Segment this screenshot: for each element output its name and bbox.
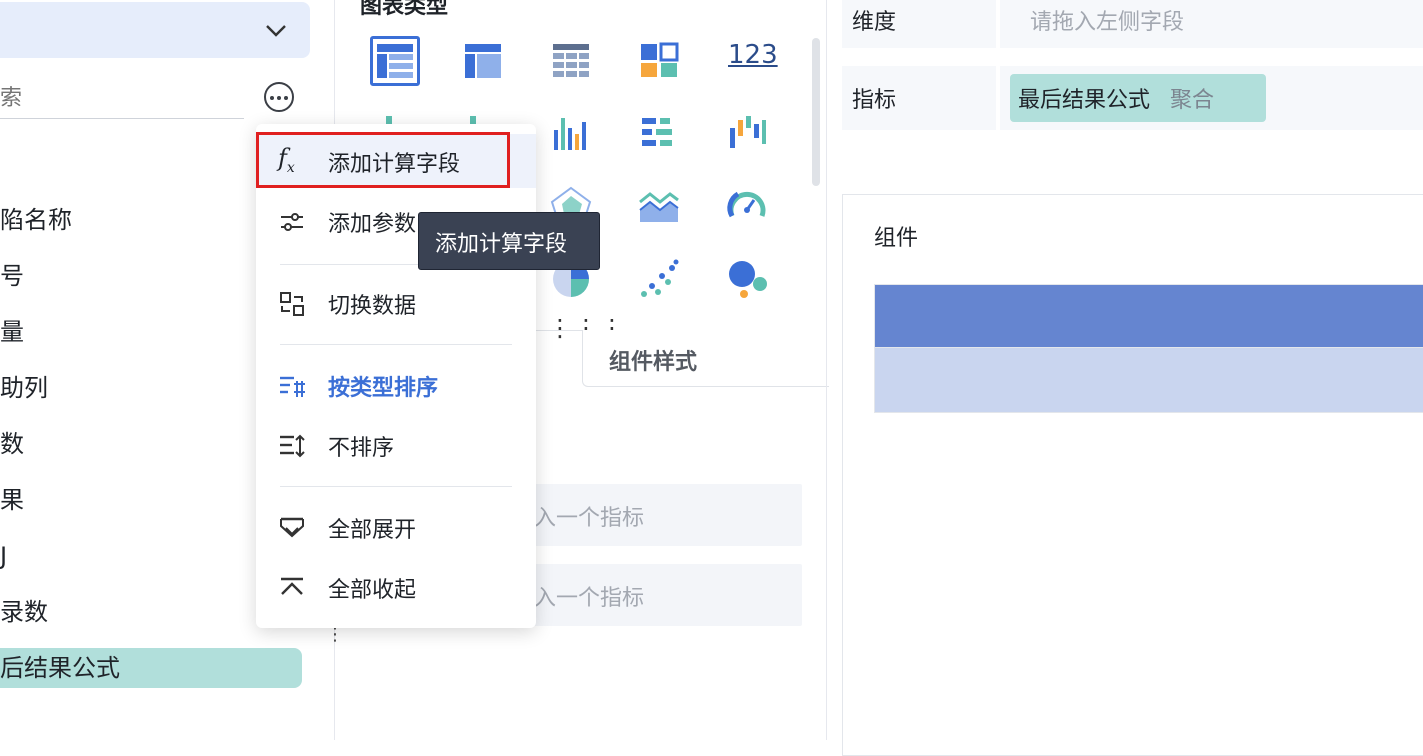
- row-separator: [996, 66, 1000, 130]
- field-search-input[interactable]: [0, 78, 244, 119]
- field-item[interactable]: 助列: [0, 368, 48, 408]
- field-item[interactable]: 数: [0, 424, 24, 464]
- tab-component-style-label: 组件样式: [609, 350, 698, 375]
- horizontal-bar-icon[interactable]: [636, 110, 682, 156]
- detail-table-icon[interactable]: [548, 38, 594, 84]
- field-item[interactable]: J: [0, 536, 7, 576]
- metric-drop-zone[interactable]: 入一个指标: [510, 484, 802, 546]
- menu-item-label: 全部收起: [328, 578, 417, 603]
- drop-zone-placeholder: 入一个指标: [534, 506, 645, 531]
- metric-field-name: 最后结果公式: [1018, 88, 1151, 113]
- collapse-all-icon: [281, 577, 303, 595]
- component-preview: [842, 194, 1423, 756]
- chart-type-title: 图表类型: [360, 0, 449, 19]
- sort-by-type-icon: [280, 376, 305, 397]
- field-item-selected[interactable]: 后结果公式: [0, 648, 120, 688]
- expand-all-icon: [280, 517, 304, 538]
- field-item[interactable]: 量: [0, 312, 24, 352]
- scatter-icon[interactable]: [636, 256, 682, 302]
- chevron-down-icon: [266, 25, 286, 37]
- annotation-highlight-box: [256, 132, 510, 188]
- tooltip: 添加计算字段: [418, 212, 600, 270]
- field-item[interactable]: 号: [0, 256, 24, 296]
- menu-item-expand-all[interactable]: 全部展开: [256, 500, 536, 554]
- dimension-label: 维度: [852, 10, 897, 35]
- cross-table-icon[interactable]: [460, 38, 506, 84]
- area-icon[interactable]: [636, 184, 682, 230]
- metric-drop-zone[interactable]: 入一个指标: [510, 564, 802, 626]
- metric-label: 指标: [852, 88, 897, 113]
- bubble-icon[interactable]: [724, 256, 770, 302]
- preview-title: 组件: [874, 226, 919, 251]
- field-item[interactable]: 果: [0, 480, 24, 520]
- slider-params-icon: [281, 213, 303, 231]
- menu-item-label: 不排序: [328, 436, 395, 461]
- table-icon[interactable]: [372, 38, 418, 84]
- menu-divider: [280, 344, 512, 345]
- menu-item-label: 按类型排序: [328, 376, 439, 401]
- tab-component-style[interactable]: 组件样式: [582, 330, 829, 387]
- metric-aggregation[interactable]: 聚合: [1170, 82, 1214, 114]
- menu-item-label: 全部展开: [328, 518, 417, 543]
- bar-chart-icon[interactable]: [548, 110, 594, 156]
- chart-type-scrollbar[interactable]: [812, 38, 820, 186]
- no-sort-icon: [280, 434, 305, 458]
- menu-item-label: 添加参数: [328, 212, 417, 237]
- preview-table-header: [874, 284, 1423, 348]
- menu-divider: [280, 486, 512, 487]
- dataset-select[interactable]: [0, 2, 310, 58]
- waterfall-icon[interactable]: [724, 110, 770, 156]
- menu-item-label: 切换数据: [328, 294, 417, 319]
- kpi-card-icon[interactable]: [636, 38, 682, 84]
- row-separator: [996, 0, 1000, 48]
- dimension-drop-zone[interactable]: 请拖入左侧字段: [1030, 4, 1184, 36]
- metric-field-pill[interactable]: 最后结果公式 聚合: [1010, 74, 1266, 122]
- menu-item-collapse-all[interactable]: 全部收起: [256, 560, 536, 614]
- switch-data-icon: [280, 292, 304, 316]
- menu-item-sort-by-type[interactable]: 按类型排序: [256, 358, 536, 412]
- drop-zone-placeholder: 入一个指标: [534, 586, 645, 611]
- panel-divider: [826, 0, 827, 740]
- tooltip-text: 添加计算字段: [435, 232, 568, 257]
- field-item[interactable]: 陷名称: [0, 200, 72, 240]
- field-item[interactable]: 录数: [0, 592, 48, 632]
- gauge-icon[interactable]: [724, 184, 770, 230]
- preview-table-row: [874, 347, 1423, 413]
- more-options-icon[interactable]: [264, 82, 294, 112]
- number-icon[interactable]: 123: [728, 40, 778, 70]
- menu-item-no-sort[interactable]: 不排序: [256, 418, 536, 472]
- menu-item-switch-data[interactable]: 切换数据: [256, 276, 536, 330]
